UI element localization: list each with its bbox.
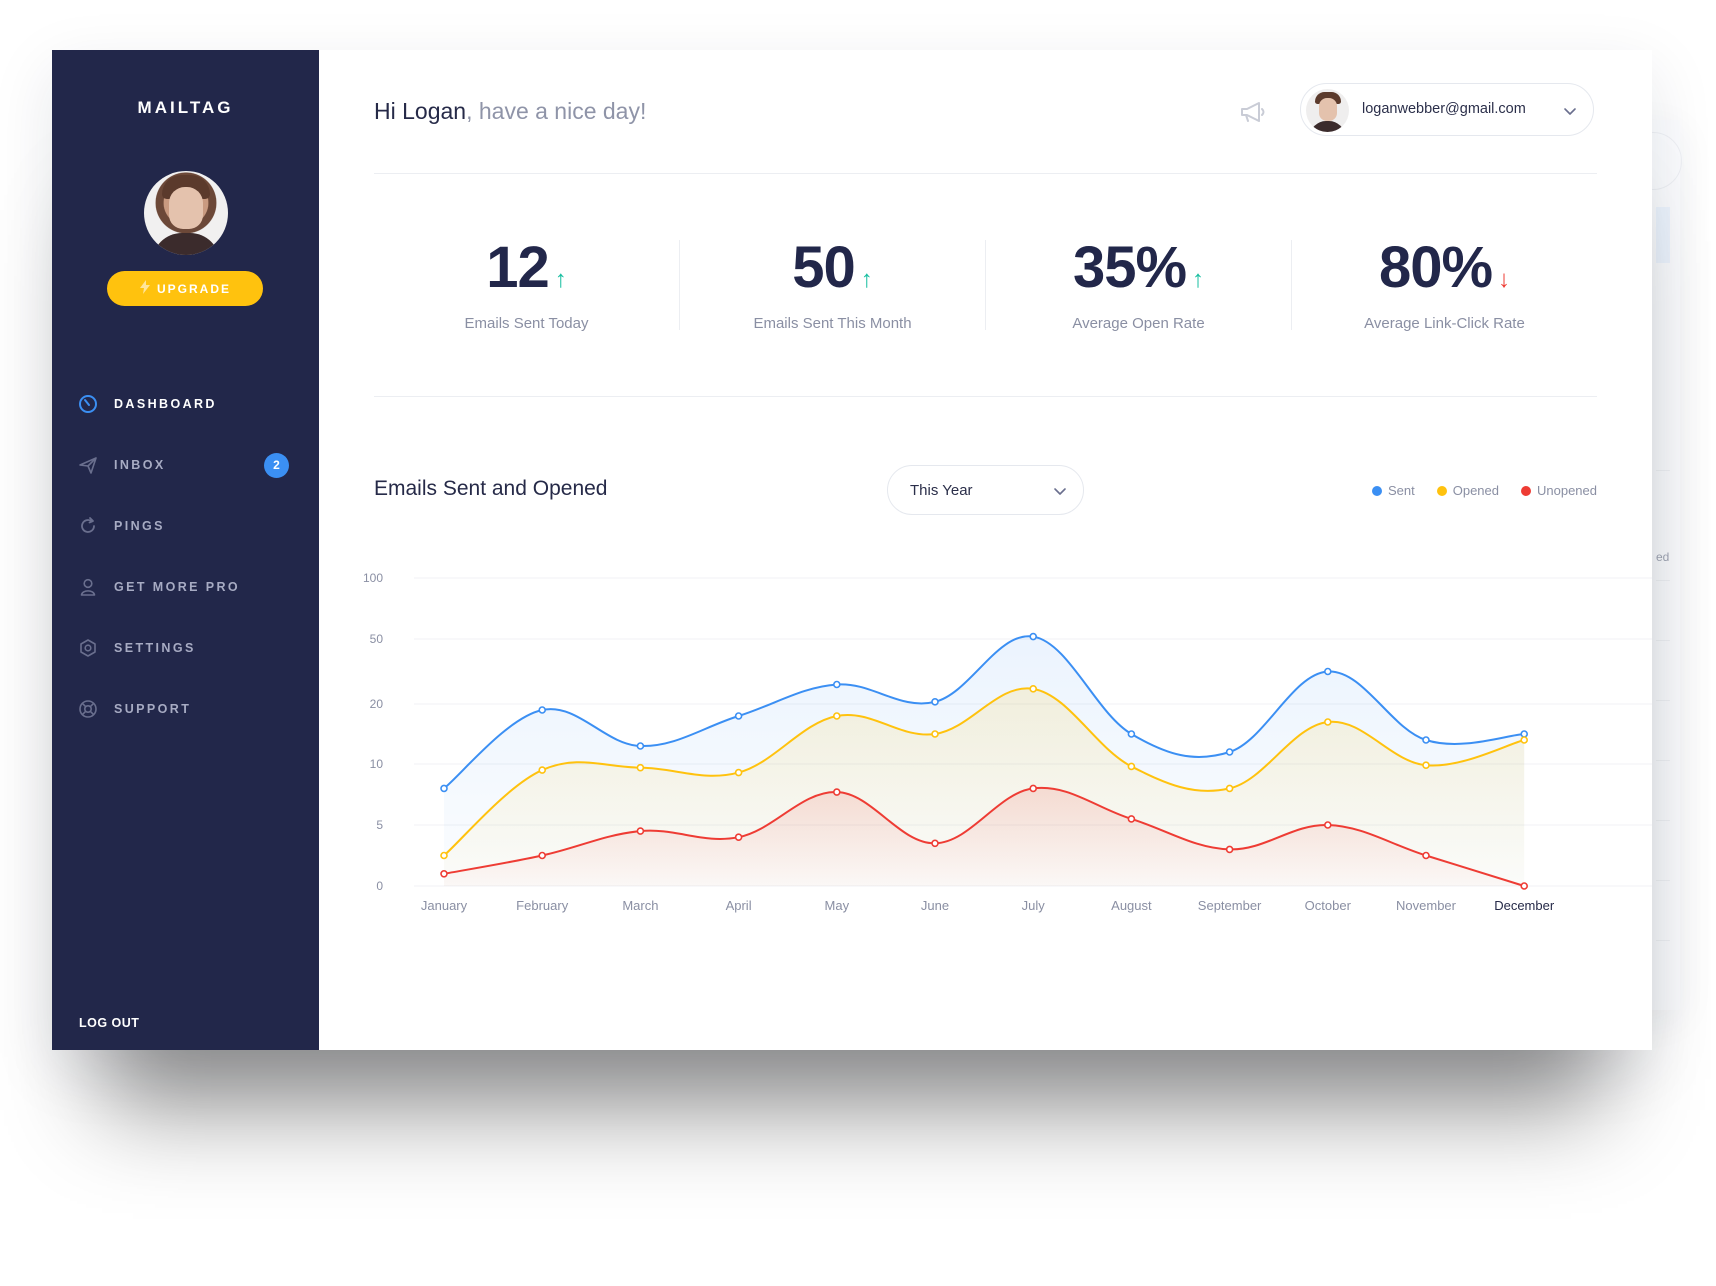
nav-item-support[interactable]: SUPPORT [52,689,319,729]
refresh-icon [78,516,98,536]
data-point [440,869,448,878]
data-point [1520,736,1528,744]
background-card-line [1656,820,1670,821]
x-tick-label: August [1111,898,1152,913]
nav-label-get-more-pro: GET MORE PRO [114,580,241,594]
data-point [1323,821,1332,829]
logout-link[interactable]: LOG OUT [79,1016,139,1030]
data-point [1225,784,1234,793]
data-point [440,851,448,860]
background-card-line [1656,880,1670,881]
data-point [440,784,448,793]
data-point [734,768,743,777]
data-point [1225,748,1234,756]
data-point [931,839,939,848]
gear-icon [78,638,98,658]
upgrade-label: UPGRADE [156,281,231,296]
background-card-line [1656,470,1670,471]
x-tick-label: December [1494,898,1555,913]
background-card-line [1656,940,1670,941]
profile-avatar[interactable] [144,171,228,255]
x-tick-label: October [1305,898,1352,913]
dashboard-icon [78,394,98,414]
data-point [1422,851,1430,860]
send-icon [78,455,98,475]
brand-logo: MAILTAG [137,98,234,117]
data-point [636,742,645,750]
data-point [1029,685,1038,693]
y-tick-label: 20 [370,697,384,711]
x-tick-label: March [622,898,658,913]
background-card-line [1656,580,1670,581]
data-point [1225,845,1234,854]
data-point [1520,882,1528,890]
nav-label-dashboard: DASHBOARD [114,397,217,411]
data-point [1323,667,1332,676]
data-point [1029,784,1038,793]
x-tick-label: May [825,898,850,913]
y-tick-label: 0 [376,879,383,893]
data-point [931,698,939,706]
data-point [1127,762,1136,771]
data-point [636,827,645,835]
data-point [1422,761,1430,770]
data-point [832,680,841,689]
x-tick-label: November [1396,898,1457,913]
lightning-icon [139,280,151,297]
data-point [1127,815,1136,823]
background-card-highlight [1656,207,1670,263]
lifebuoy-icon [78,699,98,719]
user-icon [78,577,98,597]
background-card-line [1656,760,1670,761]
y-tick-label: 100 [363,571,383,585]
data-point [832,712,841,720]
x-tick-label: September [1198,898,1262,913]
upgrade-button[interactable]: UPGRADE [107,271,263,306]
nav-item-get-more-pro[interactable]: GET MORE PRO [52,567,319,607]
nav-item-dashboard[interactable]: DASHBOARD [52,384,319,424]
nav-item-inbox[interactable]: INBOX 2 [52,445,319,485]
data-point [538,766,546,774]
background-card-line [1656,700,1670,701]
nav-item-pings[interactable]: PINGS [52,506,319,546]
y-tick-label: 50 [370,632,384,646]
data-point [734,712,743,720]
x-tick-label: July [1022,898,1046,913]
background-card-text: ed [1656,550,1670,564]
nav-item-settings[interactable]: SETTINGS [52,628,319,668]
nav-label-support: SUPPORT [114,702,192,716]
x-tick-label: February [516,898,569,913]
y-tick-label: 5 [376,818,383,832]
nav-label-pings: PINGS [114,519,165,533]
x-tick-label: April [726,898,752,913]
data-point [931,730,939,738]
inbox-count-badge: 2 [264,452,289,478]
background-card-line [1656,640,1670,641]
data-point [1029,632,1038,641]
app-window: MAILTAG UPGRADE DASHBOARD INBOX 2 PINGS … [52,50,1652,1050]
data-point [538,851,546,860]
data-point [538,706,546,714]
data-point [734,833,743,842]
data-point [832,788,841,796]
data-point [1323,718,1332,726]
main-content: Hi Logan, have a nice day! loganwebber@g… [319,50,1652,1050]
x-tick-label: June [921,898,949,913]
data-point [636,763,645,772]
x-tick-label: January [421,898,468,913]
nav-label-settings: SETTINGS [114,641,196,655]
data-point [1520,730,1528,738]
data-point [1127,730,1136,738]
nav-label-inbox: INBOX [114,458,166,472]
data-point [1422,736,1430,744]
y-tick-label: 10 [370,757,384,771]
sidebar: MAILTAG UPGRADE DASHBOARD INBOX 2 PINGS … [52,50,319,1050]
emails-line-chart: 0 5 10 20 50 100 January February March April May J… [363,571,1652,913]
